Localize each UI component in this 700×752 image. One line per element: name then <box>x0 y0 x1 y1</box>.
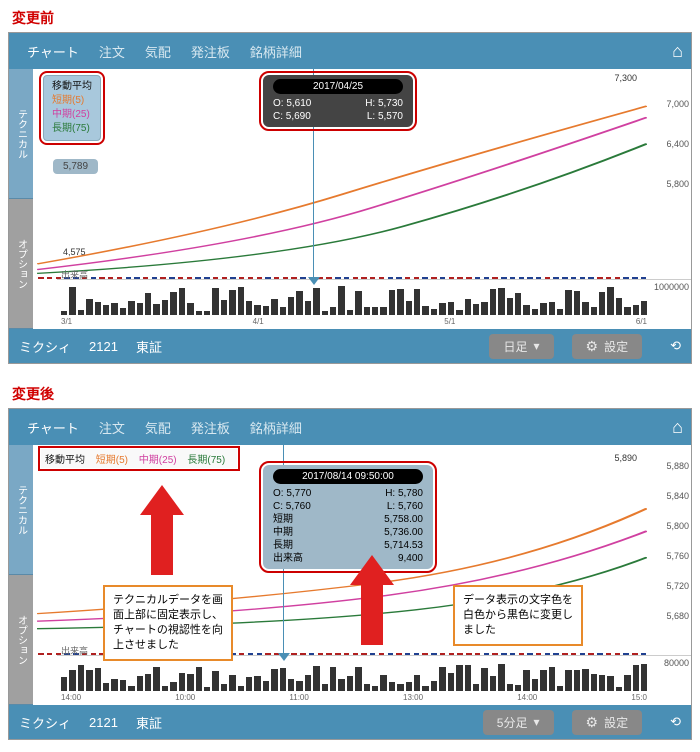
side-tab-technical[interactable]: テクニカル <box>9 69 33 199</box>
axis-t2: 6,400 <box>666 139 689 149</box>
arrow-right-icon <box>353 555 391 605</box>
side-tab-technical[interactable]: テクニカル <box>9 445 33 575</box>
tooltip-date: 2017/08/14 09:50:00 <box>273 469 423 484</box>
tab-order[interactable]: 注文 <box>89 414 135 441</box>
axis-a1: 5,880 <box>666 461 689 471</box>
chart-main[interactable]: 移動平均 短期(5) 中期(25) 長期(75) 2017/04/25 O: 5… <box>33 69 691 329</box>
ma-long: 長期(75) <box>52 122 92 136</box>
axis-a4: 5,760 <box>666 551 689 561</box>
chart-tooltip: 2017/08/14 09:50:00 O: 5,770H: 5,780C: 5… <box>263 465 433 569</box>
axis-a5: 5,720 <box>666 581 689 591</box>
tab-orderboard[interactable]: 発注板 <box>181 38 240 65</box>
exchange: 東証 <box>136 337 162 356</box>
tab-detail[interactable]: 銘柄詳細 <box>240 414 312 441</box>
rotate-icon[interactable]: ⟲ <box>670 714 681 730</box>
callout-left: テクニカルデータを画面上部に固定表示し、チャートの視認性を向上させました <box>103 585 233 661</box>
stock-name: ミクシィ <box>19 713 71 732</box>
side-tabs: テクニカル オプション <box>9 69 33 329</box>
high-label: 7,300 <box>614 73 637 83</box>
ma-legend: 移動平均 短期(5) 中期(25) 長期(75) <box>43 75 101 141</box>
tab-quote[interactable]: 気配 <box>135 38 181 65</box>
chart-main[interactable]: 移動平均 短期(5) 中期(25) 長期(75) 2017/08/14 09:5… <box>33 445 691 705</box>
timeframe-button[interactable]: 日足 ▾ <box>489 334 553 359</box>
header-bar: チャート 注文 気配 発注板 銘柄詳細 ⌂ <box>9 409 691 445</box>
side-tab-option[interactable]: オプション <box>9 199 33 329</box>
callout-right: データ表示の文字色を白色から黒色に変更しました <box>453 585 583 646</box>
time-axis: 14:00 10:00 11:00 13:00 14:00 15:0 <box>61 693 647 705</box>
chart-container-after: テクニカル オプション 移動平均 短期(5) 中期(25) 長期(75) 201… <box>9 445 691 705</box>
tooltip-date: 2017/04/25 <box>273 79 403 94</box>
before-panel: チャート 注文 気配 発注板 銘柄詳細 ⌂ テクニカル オプション 移動平均 短… <box>8 32 692 364</box>
home-icon[interactable]: ⌂ <box>672 417 683 438</box>
settings-button[interactable]: ⚙設定 <box>572 710 643 735</box>
footer-bar: ミクシィ 2121 東証 日足 ▾ ⚙設定 ⟲ <box>9 329 691 363</box>
tab-quote[interactable]: 気配 <box>135 414 181 441</box>
tab-order[interactable]: 注文 <box>89 38 135 65</box>
chart-tooltip: 2017/04/25 O: 5,610H: 5,730 C: 5,690L: 5… <box>263 75 413 127</box>
axis-a2: 5,840 <box>666 491 689 501</box>
settings-button[interactable]: ⚙設定 <box>572 334 643 359</box>
volume-tick: 80000 <box>664 658 689 668</box>
before-section-label: 変更前 <box>0 0 700 32</box>
axis-a3: 5,800 <box>666 521 689 531</box>
after-section-label: 変更後 <box>0 376 700 408</box>
gear-icon: ⚙ <box>586 714 599 731</box>
axis-a6: 5,680 <box>666 611 689 621</box>
volume-tick: 1000000 <box>654 282 689 292</box>
arrow-left-icon <box>143 485 181 575</box>
stock-code: 2121 <box>89 715 118 730</box>
home-icon[interactable]: ⌂ <box>672 41 683 62</box>
exchange: 東証 <box>136 713 162 732</box>
high-label: 5,890 <box>614 453 637 463</box>
side-tab-option[interactable]: オプション <box>9 575 33 705</box>
chart-container-before: テクニカル オプション 移動平均 短期(5) 中期(25) 長期(75) 201… <box>9 69 691 329</box>
gear-icon: ⚙ <box>586 338 599 355</box>
stock-code: 2121 <box>89 339 118 354</box>
axis-t1: 7,000 <box>666 99 689 109</box>
ma-mid: 中期(25) <box>52 108 92 122</box>
stock-name: ミクシィ <box>19 337 71 356</box>
axis-t3: 5,800 <box>666 179 689 189</box>
timeframe-button[interactable]: 5分足 ▾ <box>483 710 554 735</box>
after-panel: チャート 注文 気配 発注板 銘柄詳細 ⌂ テクニカル オプション 移動平均 短… <box>8 408 692 740</box>
tab-orderboard[interactable]: 発注板 <box>181 414 240 441</box>
ma-short: 短期(5) <box>52 94 92 108</box>
footer-bar: ミクシィ 2121 東証 5分足 ▾ ⚙設定 ⟲ <box>9 705 691 739</box>
volume-area: 出来高 1000000 3/1 4/1 5/1 6/1 <box>57 279 691 329</box>
tab-chart[interactable]: チャート <box>17 414 89 441</box>
rotate-icon[interactable]: ⟲ <box>670 338 681 354</box>
tab-detail[interactable]: 銘柄詳細 <box>240 38 312 65</box>
volume-area: 出来高 80000 14:00 10:00 11:00 13:00 14:00 … <box>57 655 691 705</box>
ma-legend-inline: 移動平均 短期(5) 中期(25) 長期(75) <box>41 449 237 468</box>
time-axis: 3/1 4/1 5/1 6/1 <box>61 317 647 329</box>
side-tabs: テクニカル オプション <box>9 445 33 705</box>
tab-chart[interactable]: チャート <box>17 38 89 65</box>
ma-title: 移動平均 <box>52 80 92 94</box>
header-bar: チャート 注文 気配 発注板 銘柄詳細 ⌂ <box>9 33 691 69</box>
